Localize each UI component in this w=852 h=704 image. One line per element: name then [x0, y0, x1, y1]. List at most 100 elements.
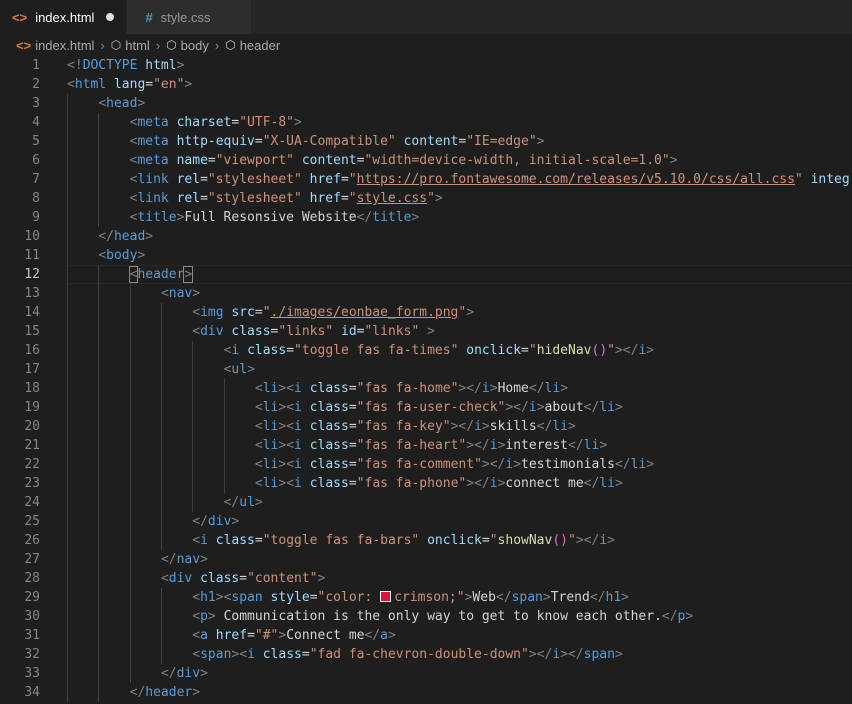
code-line[interactable]: 15 <div class="links" id="links" >	[0, 322, 852, 341]
breadcrumb-item-html[interactable]: html	[125, 38, 150, 53]
code-line[interactable]: 17 <ul>	[0, 360, 852, 379]
indent-guide	[192, 474, 194, 493]
code-line[interactable]: 12 <header>	[0, 265, 852, 284]
code-text: <li><i class="fas fa-heart"></i>interest…	[255, 436, 607, 455]
token-str: "fas fa-key"	[356, 419, 451, 434]
indent-guide	[67, 246, 68, 265]
code-line[interactable]: 20 <li><i class="fas fa-key"></i>skills</…	[0, 417, 852, 436]
token-br: </	[160, 666, 177, 681]
indent-guide	[98, 588, 100, 607]
code-line[interactable]: 27 </nav>	[0, 550, 852, 569]
line-number: 25	[24, 514, 40, 529]
code-line[interactable]: 22 <li><i class="fas fa-comment"></i>test…	[0, 455, 852, 474]
token-str: "	[489, 533, 498, 548]
breadcrumb-item-body[interactable]: body	[181, 38, 209, 53]
indent-guide	[67, 341, 68, 360]
code-line[interactable]: 10 </head>	[0, 227, 852, 246]
line-number: 3	[32, 96, 40, 111]
code-line[interactable]: 16 <i class="toggle fas fa-times" onclick…	[0, 341, 852, 360]
breadcrumb-item-header[interactable]: header	[240, 38, 280, 53]
code-line[interactable]: 19 <li><i class="fas fa-user-check"></i>a…	[0, 398, 852, 417]
indent-guide	[129, 550, 131, 569]
code-line[interactable]: 31 <a href="#">Connect me</a>	[0, 626, 852, 645]
code-line[interactable]: 18 <li><i class="fas fa-home"></i>Home</l…	[0, 379, 852, 398]
token-br: <	[192, 533, 201, 548]
code-line[interactable]: 25 </div>	[0, 512, 852, 531]
code-line[interactable]: 14 <img src="./images/eonbae_form.png">	[0, 303, 852, 322]
element-cube-icon: ⬡	[110, 38, 122, 52]
token-br: ></	[614, 343, 639, 358]
token-br: ></	[450, 419, 475, 434]
token-br: <	[160, 286, 169, 301]
token-tag: nav	[176, 552, 201, 567]
code-line[interactable]: 13 <nav>	[0, 284, 852, 303]
code-line[interactable]: 30 <p> Communication is the only way to g…	[0, 607, 852, 626]
code-line[interactable]: 33 </div>	[0, 664, 852, 683]
token-tag: i	[200, 533, 208, 548]
code-editor[interactable]: 1 <!DOCTYPE html> 2 <html lang="en"> 3 <head>…	[0, 56, 852, 704]
indent-guide	[98, 322, 100, 341]
token-tag: div	[207, 514, 232, 529]
indent-guide	[160, 645, 162, 664]
code-line[interactable]: 6 <meta name="viewport" content="width=de…	[0, 151, 852, 170]
token-str: "	[348, 172, 357, 187]
chevron-right-icon: ›	[155, 37, 161, 53]
token-br: >	[192, 286, 201, 301]
code-line[interactable]: 32 <span><i class="fad fa-chevron-double-…	[0, 645, 852, 664]
indent-guide	[192, 493, 194, 512]
breadcrumb-item-file[interactable]: index.html	[35, 38, 94, 53]
code-line[interactable]: 28 <div class="content">	[0, 569, 852, 588]
code-line[interactable]: 5 <meta http-equiv="X-UA-Compatible" cont…	[0, 132, 852, 151]
token-tag: html	[74, 77, 107, 92]
token-str: "content"	[247, 571, 318, 586]
tab-index-html[interactable]: <> index.html	[0, 0, 128, 34]
token-txt: =	[481, 533, 490, 548]
color-swatch-icon[interactable]	[380, 591, 392, 602]
tab-style-css[interactable]: # style.css	[127, 0, 252, 34]
line-number: 17	[24, 362, 40, 377]
token-str: "	[607, 343, 615, 358]
code-line[interactable]: 26 <i class="toggle fas fa-bars" onclick=…	[0, 531, 852, 550]
indent-guide	[98, 474, 100, 493]
indent-guide	[129, 341, 131, 360]
code-line[interactable]: 8 <link rel="stylesheet" href="style.css"…	[0, 189, 852, 208]
code-line[interactable]: 3 <head>	[0, 94, 852, 113]
token-attr: class	[309, 476, 349, 491]
line-number: 4	[32, 115, 40, 130]
code-line[interactable]: 11 <body>	[0, 246, 852, 265]
line-number: 18	[24, 381, 40, 396]
token-txt: =	[207, 153, 216, 168]
indent-guide	[160, 455, 162, 474]
indent-guide	[160, 322, 162, 341]
indent-guide	[67, 284, 68, 303]
token-tag: i	[599, 533, 608, 548]
code-line[interactable]: 9 <title>Full Resonsive Website</title>	[0, 208, 852, 227]
unsaved-dot-icon[interactable]	[106, 13, 115, 21]
indent-guide	[129, 360, 131, 379]
indent-guide	[67, 360, 68, 379]
code-line[interactable]: 2 <html lang="en">	[0, 75, 852, 94]
code-line[interactable]: 21 <li><i class="fas fa-heart"></i>intere…	[0, 436, 852, 455]
line-number: 26	[24, 533, 40, 548]
token-br: <	[98, 96, 107, 111]
token-tag: title	[137, 210, 177, 225]
token-txt: =	[348, 457, 357, 472]
code-line[interactable]: 23 <li><i class="fas fa-phone"></i>connec…	[0, 474, 852, 493]
code-line[interactable]: 24 </ul>	[0, 493, 852, 512]
code-line[interactable]: 29 <h1><span style="color: crimson;">Web<…	[0, 588, 852, 607]
code-line[interactable]: 7 <link rel="stylesheet" href="https://pr…	[0, 170, 852, 189]
code-line[interactable]: 34 </header>	[0, 683, 852, 702]
token-tag: div	[168, 571, 193, 586]
token-str: "width=device-width, initial-scale=1.0"	[364, 153, 670, 168]
indent-guide	[160, 626, 162, 645]
token-str: "#"	[254, 628, 279, 643]
token-br: >	[489, 381, 498, 396]
token-br: ></	[466, 476, 490, 491]
code-line[interactable]: 4 <meta charset="UTF-8">	[0, 113, 852, 132]
token-tag: li	[262, 381, 279, 396]
code-line[interactable]: 1 <!DOCTYPE html>	[0, 56, 852, 75]
